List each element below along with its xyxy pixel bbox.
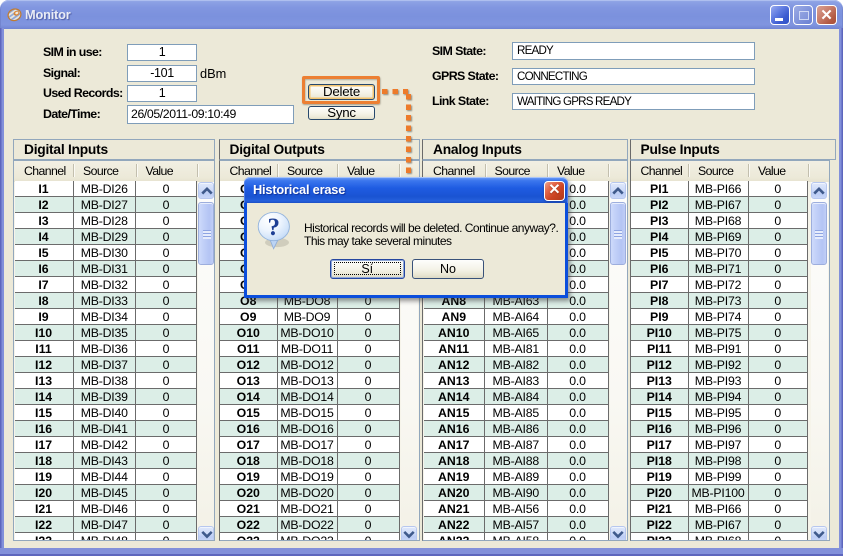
svg-text:?: ?: [268, 214, 281, 241]
